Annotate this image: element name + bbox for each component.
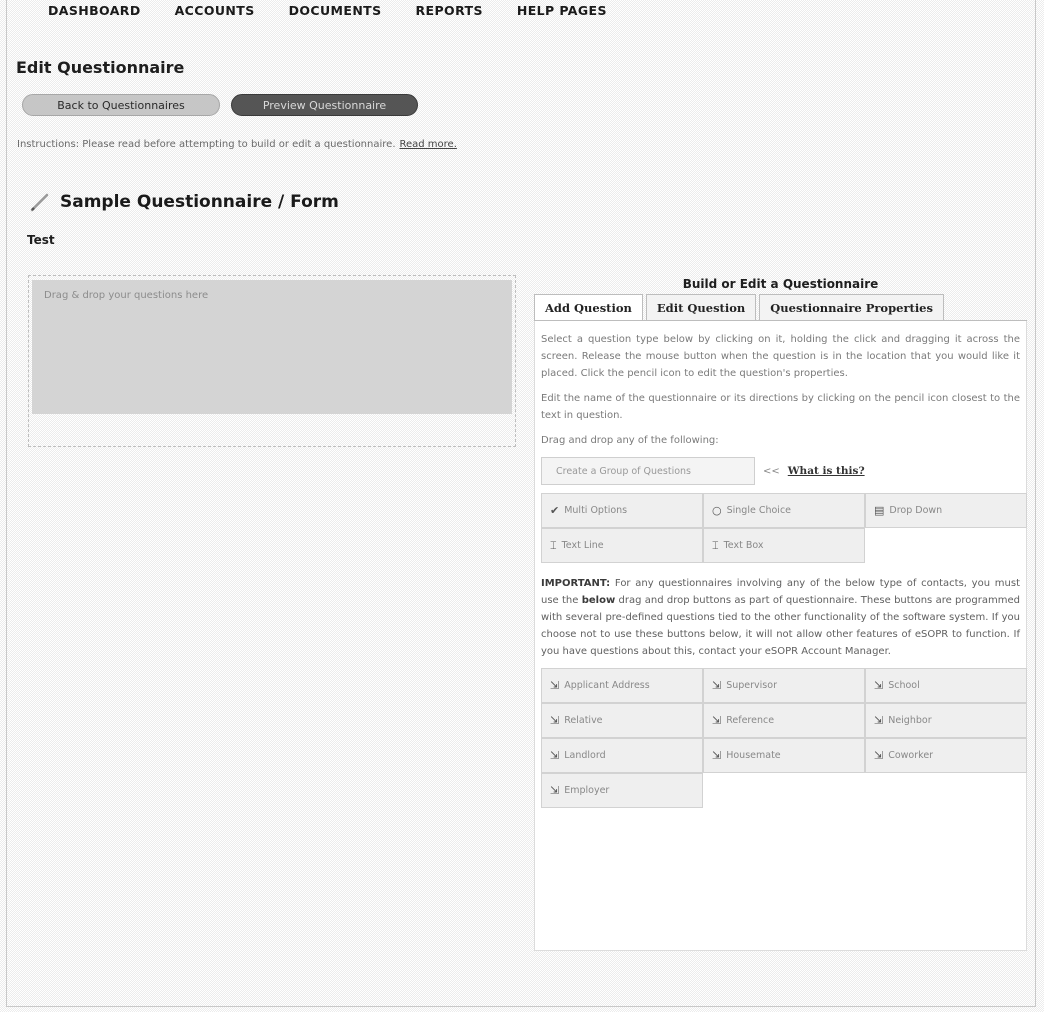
builder-instructions-2: Edit the name of the questionnaire or it… bbox=[541, 393, 1020, 421]
questionnaire-title-row: Sample Questionnaire / Form bbox=[30, 192, 339, 212]
dropdown-icon: ▤ bbox=[874, 504, 885, 517]
contact-label: School bbox=[888, 680, 920, 691]
read-more-link[interactable]: Read more. bbox=[400, 139, 457, 150]
contact-label: Housemate bbox=[726, 750, 781, 761]
builder-heading: Build or Edit a Questionnaire bbox=[682, 277, 879, 291]
nav-documents[interactable]: DOCUMENTS bbox=[289, 3, 382, 21]
contact-icon: ⇲ bbox=[550, 749, 560, 762]
builder-panel: Build or Edit a Questionnaire Add Questi… bbox=[534, 274, 1027, 951]
tab-questionnaire-properties[interactable]: Questionnaire Properties bbox=[759, 294, 944, 320]
radio-icon: ○ bbox=[712, 504, 722, 517]
questionnaire-title: Sample Questionnaire / Form bbox=[60, 192, 339, 212]
tab-edit-question[interactable]: Edit Question bbox=[645, 294, 757, 320]
drop-down-label: Drop Down bbox=[889, 505, 943, 516]
back-to-questionnaires-button[interactable]: Back to Questionnaires bbox=[22, 94, 220, 116]
nav-accounts[interactable]: ACCOUNTS bbox=[175, 3, 255, 21]
contact-employer[interactable]: ⇲ Employer bbox=[541, 773, 703, 808]
contact-label: Applicant Address bbox=[564, 680, 650, 691]
builder-instructions-1: Select a question type below by clicking… bbox=[541, 334, 1020, 379]
text-line-icon: ⌶ bbox=[550, 538, 557, 552]
contact-icon: ⇲ bbox=[712, 714, 722, 727]
contact-label: Coworker bbox=[888, 750, 934, 761]
builder-body: Select a question type below by clicking… bbox=[534, 321, 1027, 951]
page-title: Edit Questionnaire bbox=[16, 58, 185, 77]
create-group-button[interactable]: Create a Group of Questions bbox=[541, 457, 755, 485]
contact-housemate[interactable]: ⇲ Housemate bbox=[703, 738, 865, 773]
text-box-icon: ⌶ bbox=[712, 538, 719, 552]
contact-label: Reference bbox=[726, 715, 775, 726]
nav-reports[interactable]: REPORTS bbox=[416, 3, 483, 21]
single-choice-label: Single Choice bbox=[726, 505, 792, 516]
contact-icon: ⇲ bbox=[874, 749, 884, 762]
contact-relative[interactable]: ⇲ Relative bbox=[541, 703, 703, 738]
text-line-label: Text Line bbox=[561, 540, 604, 551]
builder-tabs: Add Question Edit Question Questionnaire… bbox=[534, 294, 1027, 321]
instructions: Instructions: Please read before attempt… bbox=[17, 139, 457, 150]
contact-reference[interactable]: ⇲ Reference bbox=[703, 703, 865, 738]
contact-neighbor[interactable]: ⇲ Neighbor bbox=[865, 703, 1027, 738]
group-row: Create a Group of Questions << What is t… bbox=[541, 457, 1020, 485]
top-nav: DASHBOARD ACCOUNTS DOCUMENTS REPORTS HEL… bbox=[48, 3, 607, 21]
contact-icon: ⇲ bbox=[550, 679, 560, 692]
contact-icon: ⇲ bbox=[712, 749, 722, 762]
questionnaire-subtitle: Test bbox=[27, 233, 55, 247]
single-choice-item[interactable]: ○ Single Choice bbox=[703, 493, 865, 528]
drop-placeholder: Drag & drop your questions here bbox=[44, 290, 209, 301]
contact-label: Landlord bbox=[564, 750, 606, 761]
what-is-this-link[interactable]: What is this? bbox=[788, 465, 865, 477]
multi-options-label: Multi Options bbox=[564, 505, 628, 516]
question-drop-zone[interactable]: Drag & drop your questions here bbox=[32, 280, 512, 414]
important-bold: below bbox=[581, 595, 616, 606]
contact-label: Employer bbox=[564, 785, 610, 796]
contact-icon: ⇲ bbox=[712, 679, 722, 692]
multi-options-item[interactable]: ✔ Multi Options bbox=[541, 493, 703, 528]
contact-icon: ⇲ bbox=[550, 714, 560, 727]
group-arrows: << bbox=[763, 465, 780, 477]
contact-school[interactable]: ⇲ School bbox=[865, 668, 1027, 703]
contact-label: Neighbor bbox=[888, 715, 932, 726]
text-box-label: Text Box bbox=[723, 540, 764, 551]
contact-label: Supervisor bbox=[726, 680, 777, 691]
contact-landlord[interactable]: ⇲ Landlord bbox=[541, 738, 703, 773]
contact-supervisor[interactable]: ⇲ Supervisor bbox=[703, 668, 865, 703]
nav-dashboard[interactable]: DASHBOARD bbox=[48, 3, 141, 21]
text-line-item[interactable]: ⌶ Text Line bbox=[541, 528, 703, 563]
drag-label: Drag and drop any of the following: bbox=[541, 435, 719, 446]
preview-questionnaire-button[interactable]: Preview Questionnaire bbox=[231, 94, 418, 116]
checkmark-icon: ✔ bbox=[550, 504, 560, 517]
contact-icon: ⇲ bbox=[550, 784, 560, 797]
contact-icon: ⇲ bbox=[874, 714, 884, 727]
pencil-icon[interactable] bbox=[30, 192, 50, 212]
contact-label: Relative bbox=[564, 715, 603, 726]
instructions-text: Instructions: Please read before attempt… bbox=[17, 139, 396, 150]
question-type-grid: ✔ Multi Options ○ Single Choice ▤ Drop D… bbox=[541, 493, 1027, 563]
tab-add-question[interactable]: Add Question bbox=[534, 294, 643, 320]
nav-help-pages[interactable]: HELP PAGES bbox=[517, 3, 607, 21]
contact-applicant-address[interactable]: ⇲ Applicant Address bbox=[541, 668, 703, 703]
drop-down-item[interactable]: ▤ Drop Down bbox=[865, 493, 1027, 528]
important-label: IMPORTANT: bbox=[541, 578, 611, 589]
important-notice: IMPORTANT: For any questionnaires involv… bbox=[541, 575, 1020, 660]
contact-coworker[interactable]: ⇲ Coworker bbox=[865, 738, 1027, 773]
contact-icon: ⇲ bbox=[874, 679, 884, 692]
contact-type-grid: ⇲ Applicant Address ⇲ Supervisor ⇲ School ⇲… bbox=[541, 668, 1027, 808]
text-box-item[interactable]: ⌶ Text Box bbox=[703, 528, 865, 563]
